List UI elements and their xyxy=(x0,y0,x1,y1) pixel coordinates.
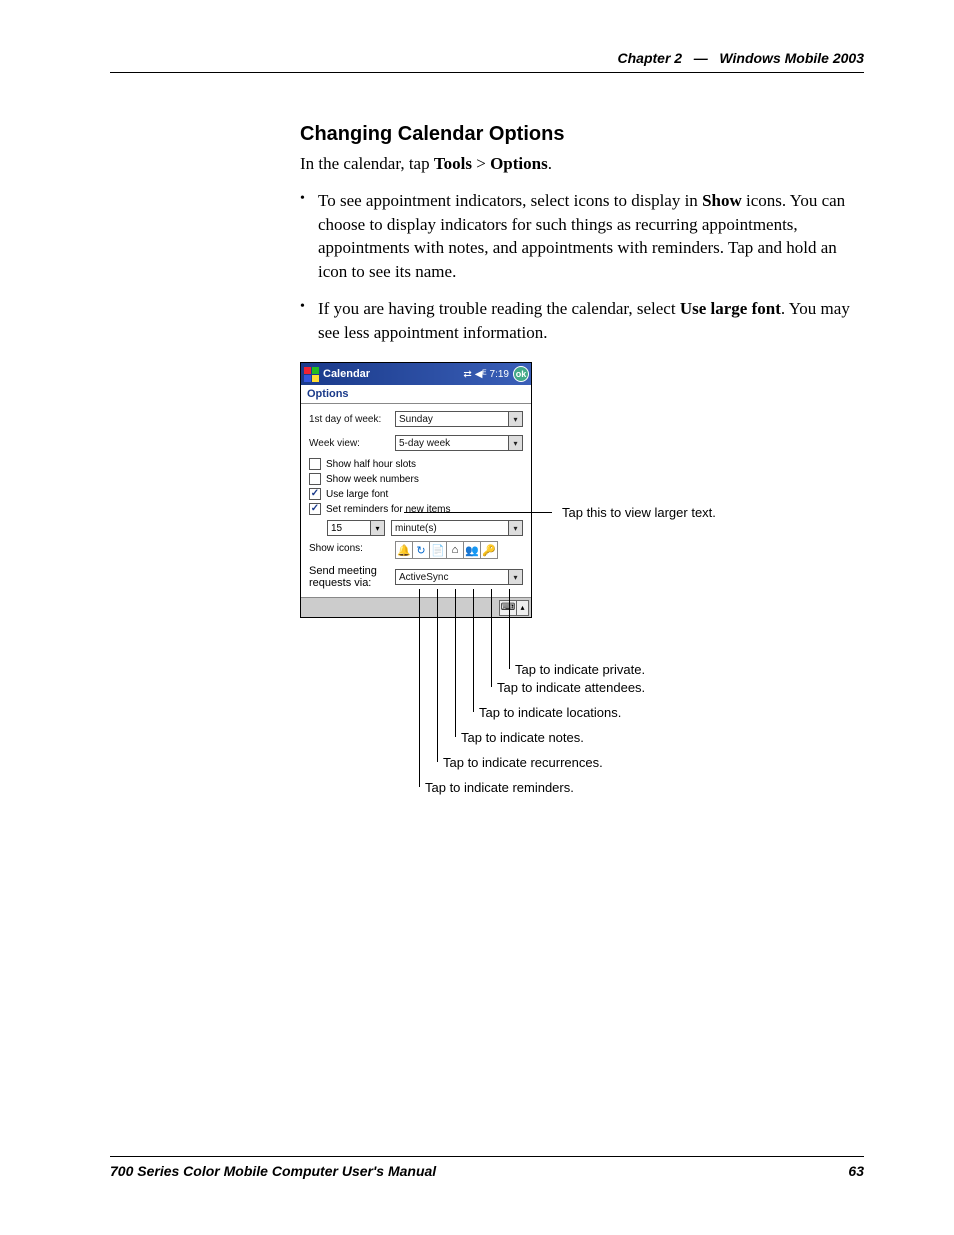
bullet-1: To see appointment indicators, select ic… xyxy=(300,189,864,283)
sip-bar: ⌨ ▴ xyxy=(301,597,531,617)
checkbox-checked-icon xyxy=(309,488,321,500)
header-rule xyxy=(110,72,864,73)
callout-private: Tap to indicate private. xyxy=(515,662,645,677)
week-view-label: Week view: xyxy=(309,438,395,449)
show-icons-label: Show icons: xyxy=(309,541,395,554)
lead-line xyxy=(404,512,552,513)
chapter-label: Chapter 2 xyxy=(618,50,683,66)
start-flag-icon[interactable] xyxy=(303,366,319,382)
lead-line xyxy=(473,589,474,712)
private-icon[interactable]: 🔑 xyxy=(480,541,498,559)
checkbox-checked-icon xyxy=(309,503,321,515)
chevron-down-icon: ▾ xyxy=(508,521,522,535)
attendees-icon[interactable]: 👥 xyxy=(463,541,481,559)
lead-line xyxy=(419,589,420,787)
first-day-dropdown[interactable]: Sunday ▾ xyxy=(395,411,523,427)
checkbox-half-hour[interactable]: Show half hour slots xyxy=(309,458,523,470)
lead-line xyxy=(491,589,492,687)
callout-recurrences: Tap to indicate recurrences. xyxy=(443,755,603,770)
connectivity-icon: ⇄ xyxy=(463,369,471,380)
page-header: Chapter 2 — Windows Mobile 2003 xyxy=(110,50,864,66)
ok-button[interactable]: ok xyxy=(513,366,529,382)
header-title: Windows Mobile 2003 xyxy=(719,50,864,66)
recurrence-icon[interactable]: ↻ xyxy=(412,541,430,559)
footer-title: 700 Series Color Mobile Computer User's … xyxy=(110,1163,436,1179)
callout-reminders: Tap to indicate reminders. xyxy=(425,780,574,795)
sip-menu-arrow-icon[interactable]: ▴ xyxy=(517,600,529,616)
reminder-unit-dropdown[interactable]: minute(s) ▾ xyxy=(391,520,523,536)
reminder-number-dropdown[interactable]: 15 ▾ xyxy=(327,520,385,536)
speaker-icon: ◀ᴱ xyxy=(475,369,487,380)
chevron-down-icon: ▾ xyxy=(508,412,522,426)
device-screen: Calendar ⇄ ◀ᴱ 7:19 ok Options 1st day of… xyxy=(300,362,532,618)
chevron-down-icon: ▾ xyxy=(508,436,522,450)
reminder-icon[interactable]: 🔔 xyxy=(395,541,413,559)
status-icons: ⇄ ◀ᴱ 7:19 xyxy=(463,369,509,380)
note-icon[interactable]: 📄 xyxy=(429,541,447,559)
section-heading: Changing Calendar Options xyxy=(300,123,864,146)
lead-line xyxy=(437,589,438,762)
show-icons-group: 🔔 ↻ 📄 ⌂ 👥 🔑 xyxy=(395,541,498,559)
chevron-down-icon: ▾ xyxy=(508,570,522,584)
keyboard-icon[interactable]: ⌨ xyxy=(499,600,517,616)
checkbox-week-numbers[interactable]: Show week numbers xyxy=(309,473,523,485)
callout-locations: Tap to indicate locations. xyxy=(479,705,621,720)
send-via-dropdown[interactable]: ActiveSync ▾ xyxy=(395,569,523,585)
location-icon[interactable]: ⌂ xyxy=(446,541,464,559)
checkbox-icon xyxy=(309,458,321,470)
title-bar: Calendar ⇄ ◀ᴱ 7:19 ok xyxy=(301,363,531,385)
checkbox-large-font[interactable]: Use large font xyxy=(309,488,523,500)
callout-large-font: Tap this to view larger text. xyxy=(562,505,716,520)
checkbox-set-reminders[interactable]: Set reminders for new items xyxy=(309,503,523,515)
send-meeting-label: Send meeting requests via: xyxy=(309,565,395,589)
header-sep: — xyxy=(694,50,708,66)
options-header: Options xyxy=(301,385,531,404)
week-view-dropdown[interactable]: 5-day week ▾ xyxy=(395,435,523,451)
app-title: Calendar xyxy=(323,368,370,380)
page-footer: 700 Series Color Mobile Computer User's … xyxy=(110,1156,864,1179)
bullet-2: If you are having trouble reading the ca… xyxy=(300,297,864,344)
page-number: 63 xyxy=(848,1163,864,1179)
intro-paragraph: In the calendar, tap Tools > Options. xyxy=(300,152,864,175)
callout-attendees: Tap to indicate attendees. xyxy=(497,680,645,695)
lead-line xyxy=(455,589,456,737)
first-day-label: 1st day of week: xyxy=(309,414,395,425)
lead-line xyxy=(509,589,510,669)
callout-notes: Tap to indicate notes. xyxy=(461,730,584,745)
chevron-down-icon: ▾ xyxy=(370,521,384,535)
checkbox-icon xyxy=(309,473,321,485)
screenshot-figure: Calendar ⇄ ◀ᴱ 7:19 ok Options 1st day of… xyxy=(300,362,860,822)
clock-text: 7:19 xyxy=(490,369,509,380)
